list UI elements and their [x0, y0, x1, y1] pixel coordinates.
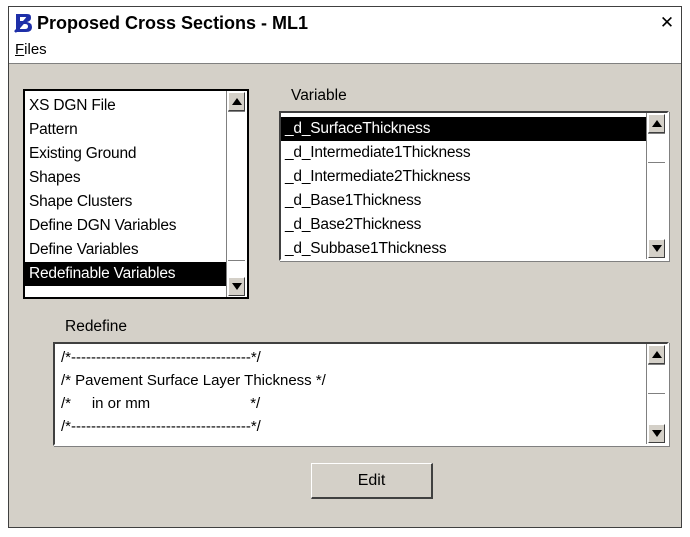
edit-button-label: Edit [357, 472, 386, 489]
scroll-thumb[interactable] [648, 133, 665, 163]
list-item[interactable]: Shapes [25, 166, 227, 190]
proposed-cross-sections-dialog: Proposed Cross Sections - ML1 ✕ Files XS… [8, 6, 682, 528]
edit-button[interactable]: Edit [311, 463, 433, 499]
redefine-text-line: /*------------------------------------*/ [61, 349, 261, 366]
list-item[interactable]: _d_Intermediate2Thickness [281, 165, 647, 189]
category-list[interactable]: XS DGN File Pattern Existing Ground Shap… [23, 89, 249, 299]
scroll-up-arrow-icon [231, 98, 242, 105]
scroll-down-button[interactable] [648, 424, 665, 443]
redefine-text-line: /*------------------------------------*/ [61, 418, 261, 435]
list-item[interactable]: Shape Clusters [25, 190, 227, 214]
scroll-down-button[interactable] [648, 239, 665, 258]
list-item[interactable]: Pattern [25, 118, 227, 142]
scroll-up-arrow-icon [651, 120, 662, 127]
scroll-up-button[interactable] [648, 345, 665, 364]
redefine-text-area[interactable]: /*------------------------------------*/… [53, 342, 669, 446]
redefine-text-line: /* in or mm */ [61, 395, 261, 412]
redefine-label: Redefine [65, 318, 128, 335]
redefine-scrollbar[interactable] [646, 344, 667, 444]
scroll-down-arrow-icon [231, 283, 242, 290]
list-item[interactable]: XS DGN File [25, 94, 227, 118]
variable-list[interactable]: _d_SurfaceThickness _d_Intermediate1Thic… [279, 111, 669, 261]
variable-label: Variable [291, 87, 347, 104]
window-title: Proposed Cross Sections - ML1 [37, 13, 309, 33]
scroll-thumb[interactable] [228, 111, 245, 261]
list-item-selected[interactable]: _d_SurfaceThickness [281, 117, 647, 141]
variable-list-items: _d_SurfaceThickness _d_Intermediate1Thic… [281, 117, 647, 259]
list-item[interactable]: _d_Subbase1Thickness [281, 237, 647, 259]
list-item[interactable]: _d_Base2Thickness [281, 213, 647, 237]
menu-files-mnemonic: F [15, 41, 25, 58]
close-icon[interactable]: ✕ [657, 13, 677, 33]
list-item[interactable]: _d_Base1Thickness [281, 189, 647, 213]
category-list-items: XS DGN File Pattern Existing Ground Shap… [25, 94, 227, 286]
scroll-up-button[interactable] [228, 92, 245, 111]
category-list-scrollbar[interactable] [226, 91, 247, 297]
list-item[interactable]: Define DGN Variables [25, 214, 227, 238]
dialog-body: XS DGN File Pattern Existing Ground Shap… [9, 63, 681, 527]
menu-files[interactable]: Files [15, 41, 47, 58]
scroll-up-arrow-icon [651, 351, 662, 358]
scroll-down-arrow-icon [651, 245, 662, 252]
variable-list-scrollbar[interactable] [646, 113, 667, 259]
redefine-text-lines: /*------------------------------------*/… [55, 346, 647, 438]
list-item[interactable]: _d_Intermediate1Thickness [281, 141, 647, 165]
scroll-thumb[interactable] [648, 364, 665, 394]
scroll-down-arrow-icon [651, 430, 662, 437]
menu-bar: Files [9, 39, 681, 63]
list-item-selected[interactable]: Redefinable Variables [25, 262, 227, 286]
menu-files-label: iles [24, 41, 47, 58]
list-item[interactable]: Define Variables [25, 238, 227, 262]
bentley-logo-icon [14, 14, 32, 33]
title-bar[interactable]: Proposed Cross Sections - ML1 ✕ [9, 7, 681, 39]
list-item[interactable]: Existing Ground [25, 142, 227, 166]
redefine-text-line: /* Pavement Surface Layer Thickness */ [61, 372, 326, 389]
scroll-up-button[interactable] [648, 114, 665, 133]
scroll-down-button[interactable] [228, 277, 245, 296]
